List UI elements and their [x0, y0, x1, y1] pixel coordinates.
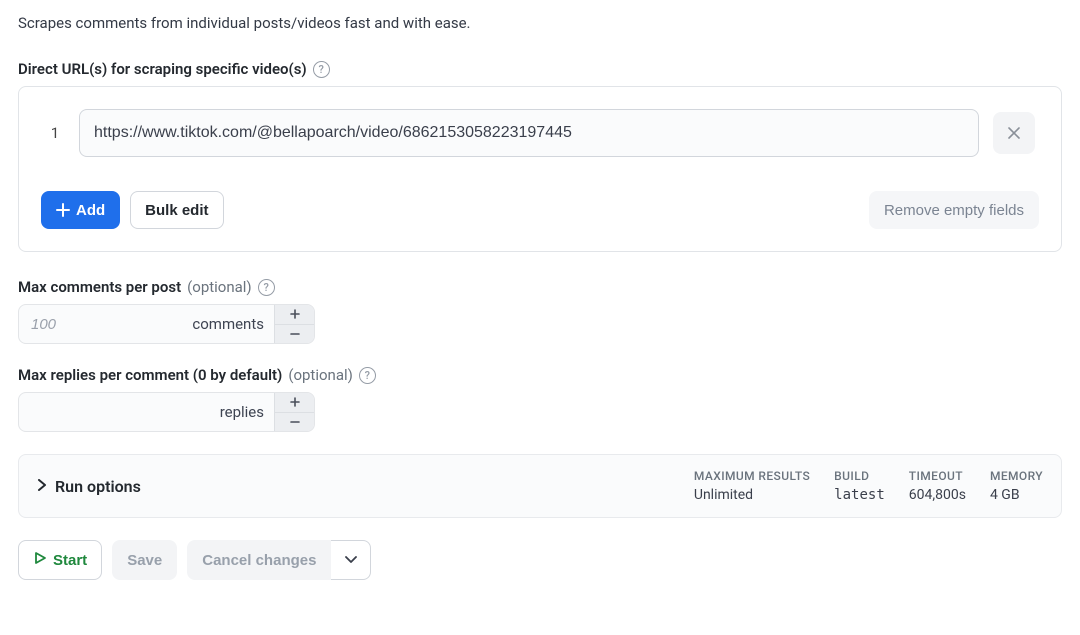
bulk-edit-button[interactable]: Bulk edit — [130, 191, 223, 229]
stat-value: 604,800s — [909, 487, 966, 503]
minus-icon — [289, 328, 301, 340]
run-options-panel: Run options MAXIMUM RESULTS Unlimited BU… — [18, 454, 1062, 518]
max-replies-label-text: Max replies per comment (0 by default) — [18, 366, 282, 384]
minus-icon — [289, 416, 301, 428]
stat-max-results: MAXIMUM RESULTS Unlimited — [694, 469, 810, 503]
url-row: 1 — [41, 109, 1039, 157]
urls-panel: 1 Add Bulk edit Remove empty fields — [18, 86, 1062, 252]
chevron-down-icon — [345, 556, 357, 564]
stat-label: MAXIMUM RESULTS — [694, 469, 810, 483]
stat-build: BUILD latest — [834, 469, 885, 503]
start-label: Start — [53, 552, 87, 569]
max-comments-field: comments — [18, 304, 315, 344]
bottom-action-bar: Start Save Cancel changes — [18, 540, 1062, 580]
decrement-button[interactable] — [274, 324, 314, 344]
plus-icon — [289, 308, 301, 320]
stat-label: MEMORY — [990, 469, 1043, 483]
max-replies-unit: replies — [220, 403, 274, 421]
max-replies-optional: (optional) — [288, 366, 353, 384]
close-icon — [1007, 126, 1021, 140]
run-stats: MAXIMUM RESULTS Unlimited BUILD latest T… — [694, 469, 1043, 503]
max-replies-stepper — [274, 393, 314, 431]
max-comments-input[interactable] — [19, 305, 192, 343]
more-actions-button[interactable] — [331, 540, 371, 580]
stat-value: 4 GB — [990, 487, 1043, 503]
add-button[interactable]: Add — [41, 191, 120, 229]
max-comments-label-text: Max comments per post — [18, 278, 181, 296]
plus-icon — [289, 396, 301, 408]
stat-value: Unlimited — [694, 487, 810, 503]
increment-button[interactable] — [274, 393, 314, 412]
help-icon[interactable]: ? — [258, 279, 275, 296]
run-options-title: Run options — [55, 477, 141, 496]
remove-row-button[interactable] — [993, 112, 1035, 154]
plus-icon — [56, 203, 70, 217]
remove-empty-button: Remove empty fields — [869, 191, 1039, 229]
chevron-right-icon — [37, 477, 47, 495]
max-comments-optional: (optional) — [187, 278, 252, 296]
start-button[interactable]: Start — [18, 540, 102, 580]
max-comments-stepper — [274, 305, 314, 343]
row-index: 1 — [45, 124, 65, 142]
urls-label-text: Direct URL(s) for scraping specific vide… — [18, 60, 307, 78]
stat-value: latest — [834, 487, 885, 503]
description-text: Scrapes comments from individual posts/v… — [18, 14, 1062, 32]
increment-button[interactable] — [274, 305, 314, 324]
decrement-button[interactable] — [274, 412, 314, 432]
stat-memory: MEMORY 4 GB — [990, 469, 1043, 503]
add-button-label: Add — [76, 202, 105, 219]
max-comments-label: Max comments per post (optional) ? — [18, 278, 1062, 296]
url-button-bar: Add Bulk edit Remove empty fields — [41, 191, 1039, 229]
max-comments-unit: comments — [192, 315, 274, 333]
max-replies-input[interactable] — [19, 393, 220, 431]
play-icon — [33, 551, 47, 569]
stat-label: TIMEOUT — [909, 469, 966, 483]
help-icon[interactable]: ? — [359, 367, 376, 384]
run-options-toggle[interactable]: Run options — [37, 477, 141, 496]
cancel-button: Cancel changes — [187, 540, 331, 580]
stat-label: BUILD — [834, 469, 885, 483]
save-button: Save — [112, 540, 177, 580]
max-replies-label: Max replies per comment (0 by default) (… — [18, 366, 1062, 384]
stat-timeout: TIMEOUT 604,800s — [909, 469, 966, 503]
urls-label: Direct URL(s) for scraping specific vide… — [18, 60, 1062, 78]
max-replies-field: replies — [18, 392, 315, 432]
help-icon[interactable]: ? — [313, 61, 330, 78]
url-input[interactable] — [79, 109, 979, 157]
